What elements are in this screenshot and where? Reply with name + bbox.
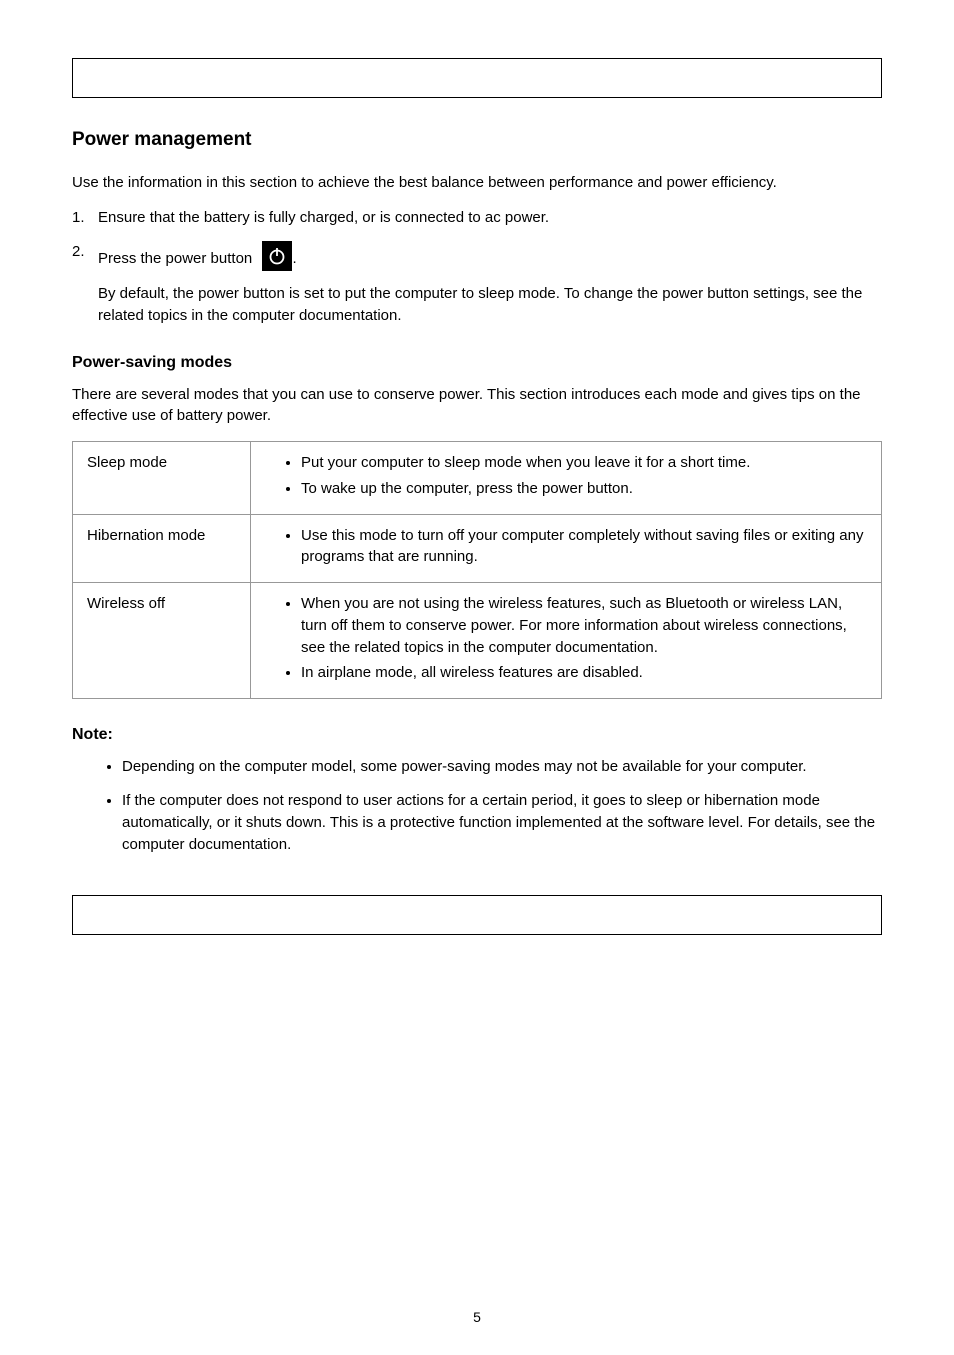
list-item: Use this mode to turn off your computer … (301, 525, 871, 569)
section-heading-note: Note: (72, 723, 882, 746)
top-banner (72, 58, 882, 98)
section-heading-modes: Power-saving modes (72, 351, 882, 374)
step-2-tail: . (292, 250, 296, 267)
modes-table: Sleep mode Put your computer to sleep mo… (72, 441, 882, 699)
step-1: 1. Ensure that the battery is fully char… (72, 207, 882, 229)
list-item: In airplane mode, all wireless features … (301, 662, 871, 684)
list-item: Depending on the computer model, some po… (122, 756, 882, 778)
step-2-label: Press the power button (98, 250, 256, 267)
mode-label: Wireless off (73, 583, 251, 699)
list-item: When you are not using the wireless feat… (301, 593, 871, 658)
step-2: 2. Press the power button . (72, 241, 882, 271)
modes-intro: There are several modes that you can use… (72, 384, 882, 428)
step-2-text: Press the power button . (98, 241, 882, 271)
mode-description: Put your computer to sleep mode when you… (251, 442, 882, 515)
list-item: To wake up the computer, press the power… (301, 478, 871, 500)
step-1-text: Ensure that the battery is fully charged… (98, 207, 882, 229)
step-2-number: 2. (72, 241, 98, 271)
page-heading: Power management (72, 126, 882, 154)
table-row: Wireless off When you are not using the … (73, 583, 882, 699)
mode-description: Use this mode to turn off your computer … (251, 514, 882, 583)
list-item: Put your computer to sleep mode when you… (301, 452, 871, 474)
table-row: Sleep mode Put your computer to sleep mo… (73, 442, 882, 515)
mode-label: Hibernation mode (73, 514, 251, 583)
intro-paragraph: Use the information in this section to a… (72, 172, 882, 194)
notes-list: Depending on the computer model, some po… (72, 756, 882, 855)
step-2-indent: By default, the power button is set to p… (98, 283, 882, 327)
list-item: If the computer does not respond to user… (122, 790, 882, 855)
mode-label: Sleep mode (73, 442, 251, 515)
mode-description: When you are not using the wireless feat… (251, 583, 882, 699)
step-1-number: 1. (72, 207, 98, 229)
bottom-banner (72, 895, 882, 935)
table-row: Hibernation mode Use this mode to turn o… (73, 514, 882, 583)
page-number: 5 (0, 1307, 954, 1327)
power-icon (262, 241, 292, 271)
